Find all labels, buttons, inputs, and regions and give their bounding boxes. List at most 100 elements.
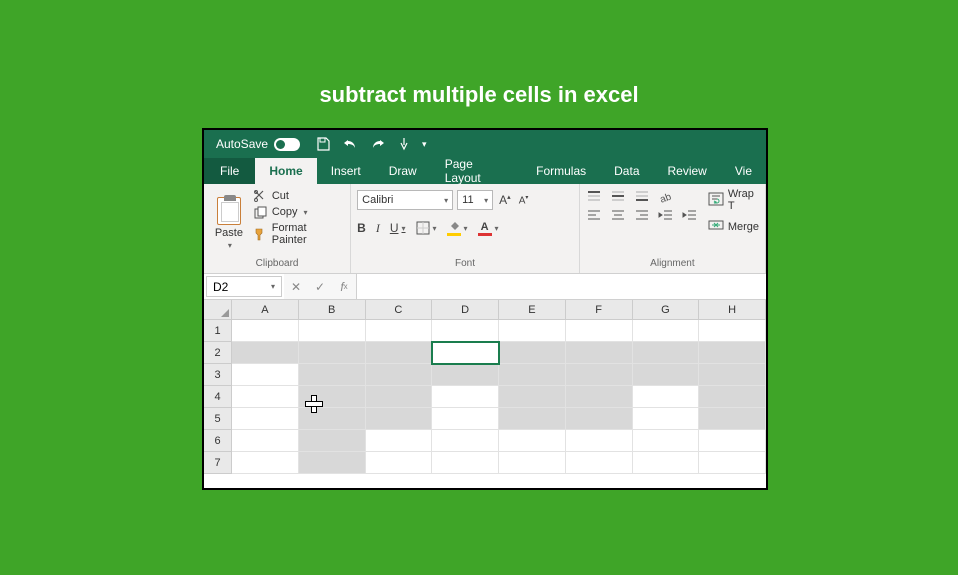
cell[interactable] (633, 386, 700, 408)
bold-button[interactable]: B (357, 221, 366, 235)
font-color-button[interactable]: A ▾ (478, 221, 499, 235)
cell[interactable] (232, 364, 299, 386)
row-header[interactable]: 2 (204, 342, 232, 364)
cell[interactable] (566, 320, 633, 342)
cell[interactable] (366, 320, 433, 342)
select-all-corner[interactable] (204, 300, 232, 320)
name-box[interactable]: D2 ▾ (206, 276, 282, 297)
cell[interactable] (432, 430, 499, 452)
cell[interactable] (699, 364, 766, 386)
tab-review[interactable]: Review (654, 158, 721, 184)
cell[interactable] (432, 386, 499, 408)
tab-insert[interactable]: Insert (317, 158, 375, 184)
cell[interactable] (432, 342, 499, 364)
redo-icon[interactable] (370, 138, 386, 150)
cell[interactable] (499, 364, 566, 386)
cell[interactable] (232, 452, 299, 474)
accept-formula-icon[interactable]: ✓ (308, 280, 332, 294)
cell[interactable] (299, 452, 366, 474)
cell[interactable] (499, 452, 566, 474)
tab-file[interactable]: File (204, 158, 255, 184)
undo-icon[interactable] (342, 138, 358, 150)
cell[interactable] (499, 342, 566, 364)
align-center-icon[interactable] (610, 208, 626, 222)
row-header[interactable]: 5 (204, 408, 232, 430)
tab-page-layout[interactable]: Page Layout (431, 158, 522, 184)
wrap-text-button[interactable]: Wrap T (708, 188, 759, 212)
cancel-formula-icon[interactable]: ✕ (284, 280, 308, 294)
tab-data[interactable]: Data (600, 158, 653, 184)
align-middle-icon[interactable] (610, 190, 626, 204)
cell[interactable] (499, 320, 566, 342)
cell[interactable] (299, 342, 366, 364)
row-header[interactable]: 6 (204, 430, 232, 452)
tab-home[interactable]: Home (255, 158, 316, 184)
font-size-combo[interactable]: 11 ▾ (457, 190, 493, 210)
row-header[interactable]: 3 (204, 364, 232, 386)
cell[interactable] (699, 320, 766, 342)
borders-button[interactable]: ▾ (416, 221, 437, 235)
column-header[interactable]: H (699, 300, 766, 320)
cell[interactable] (232, 430, 299, 452)
copy-button[interactable]: Copy ▾ (254, 206, 344, 218)
align-top-icon[interactable] (586, 190, 602, 204)
cell[interactable] (633, 364, 700, 386)
cell[interactable] (299, 430, 366, 452)
cell[interactable] (699, 386, 766, 408)
cell[interactable] (633, 342, 700, 364)
column-header[interactable]: E (499, 300, 566, 320)
cell[interactable] (633, 430, 700, 452)
insert-function-icon[interactable]: fx (332, 280, 356, 294)
cell[interactable] (699, 342, 766, 364)
increase-indent-icon[interactable] (682, 208, 698, 222)
cell[interactable] (232, 342, 299, 364)
cell[interactable] (299, 364, 366, 386)
cell[interactable] (633, 320, 700, 342)
fill-color-button[interactable]: ▾ (447, 221, 468, 235)
cell[interactable] (566, 408, 633, 430)
cell[interactable] (633, 408, 700, 430)
paste-button[interactable]: Paste ▾ (210, 188, 248, 258)
cell[interactable] (232, 386, 299, 408)
cell[interactable] (299, 386, 366, 408)
cell[interactable] (499, 408, 566, 430)
column-header[interactable]: G (633, 300, 700, 320)
cell[interactable] (499, 430, 566, 452)
cell[interactable] (366, 408, 433, 430)
autosave-toggle[interactable]: AutoSave (216, 137, 300, 151)
align-left-icon[interactable] (586, 208, 602, 222)
cell[interactable] (566, 364, 633, 386)
tab-formulas[interactable]: Formulas (522, 158, 600, 184)
tab-draw[interactable]: Draw (375, 158, 431, 184)
font-name-combo[interactable]: Calibri ▾ (357, 190, 453, 210)
cell[interactable] (432, 408, 499, 430)
cell[interactable] (366, 364, 433, 386)
cell[interactable] (699, 430, 766, 452)
row-header[interactable]: 1 (204, 320, 232, 342)
cell[interactable] (232, 408, 299, 430)
qat-dropdown-icon[interactable]: ▾ (422, 139, 427, 150)
align-right-icon[interactable] (634, 208, 650, 222)
save-icon[interactable] (316, 137, 330, 151)
tab-view[interactable]: Vie (721, 158, 766, 184)
cell[interactable] (366, 386, 433, 408)
cell[interactable] (566, 452, 633, 474)
column-header[interactable]: F (566, 300, 633, 320)
cell[interactable] (566, 386, 633, 408)
touch-mode-icon[interactable] (398, 137, 410, 151)
row-header[interactable]: 4 (204, 386, 232, 408)
cell[interactable] (566, 342, 633, 364)
cell[interactable] (499, 386, 566, 408)
decrease-font-icon[interactable]: A▾ (517, 194, 531, 206)
cell[interactable] (633, 452, 700, 474)
cut-button[interactable]: Cut (254, 190, 344, 202)
column-header[interactable]: B (299, 300, 366, 320)
merge-button[interactable]: Merge (708, 218, 759, 235)
cell[interactable] (699, 408, 766, 430)
cell[interactable] (366, 342, 433, 364)
cell[interactable] (566, 430, 633, 452)
cell[interactable] (299, 408, 366, 430)
cell[interactable] (699, 452, 766, 474)
cell[interactable] (366, 452, 433, 474)
column-header[interactable]: D (432, 300, 499, 320)
